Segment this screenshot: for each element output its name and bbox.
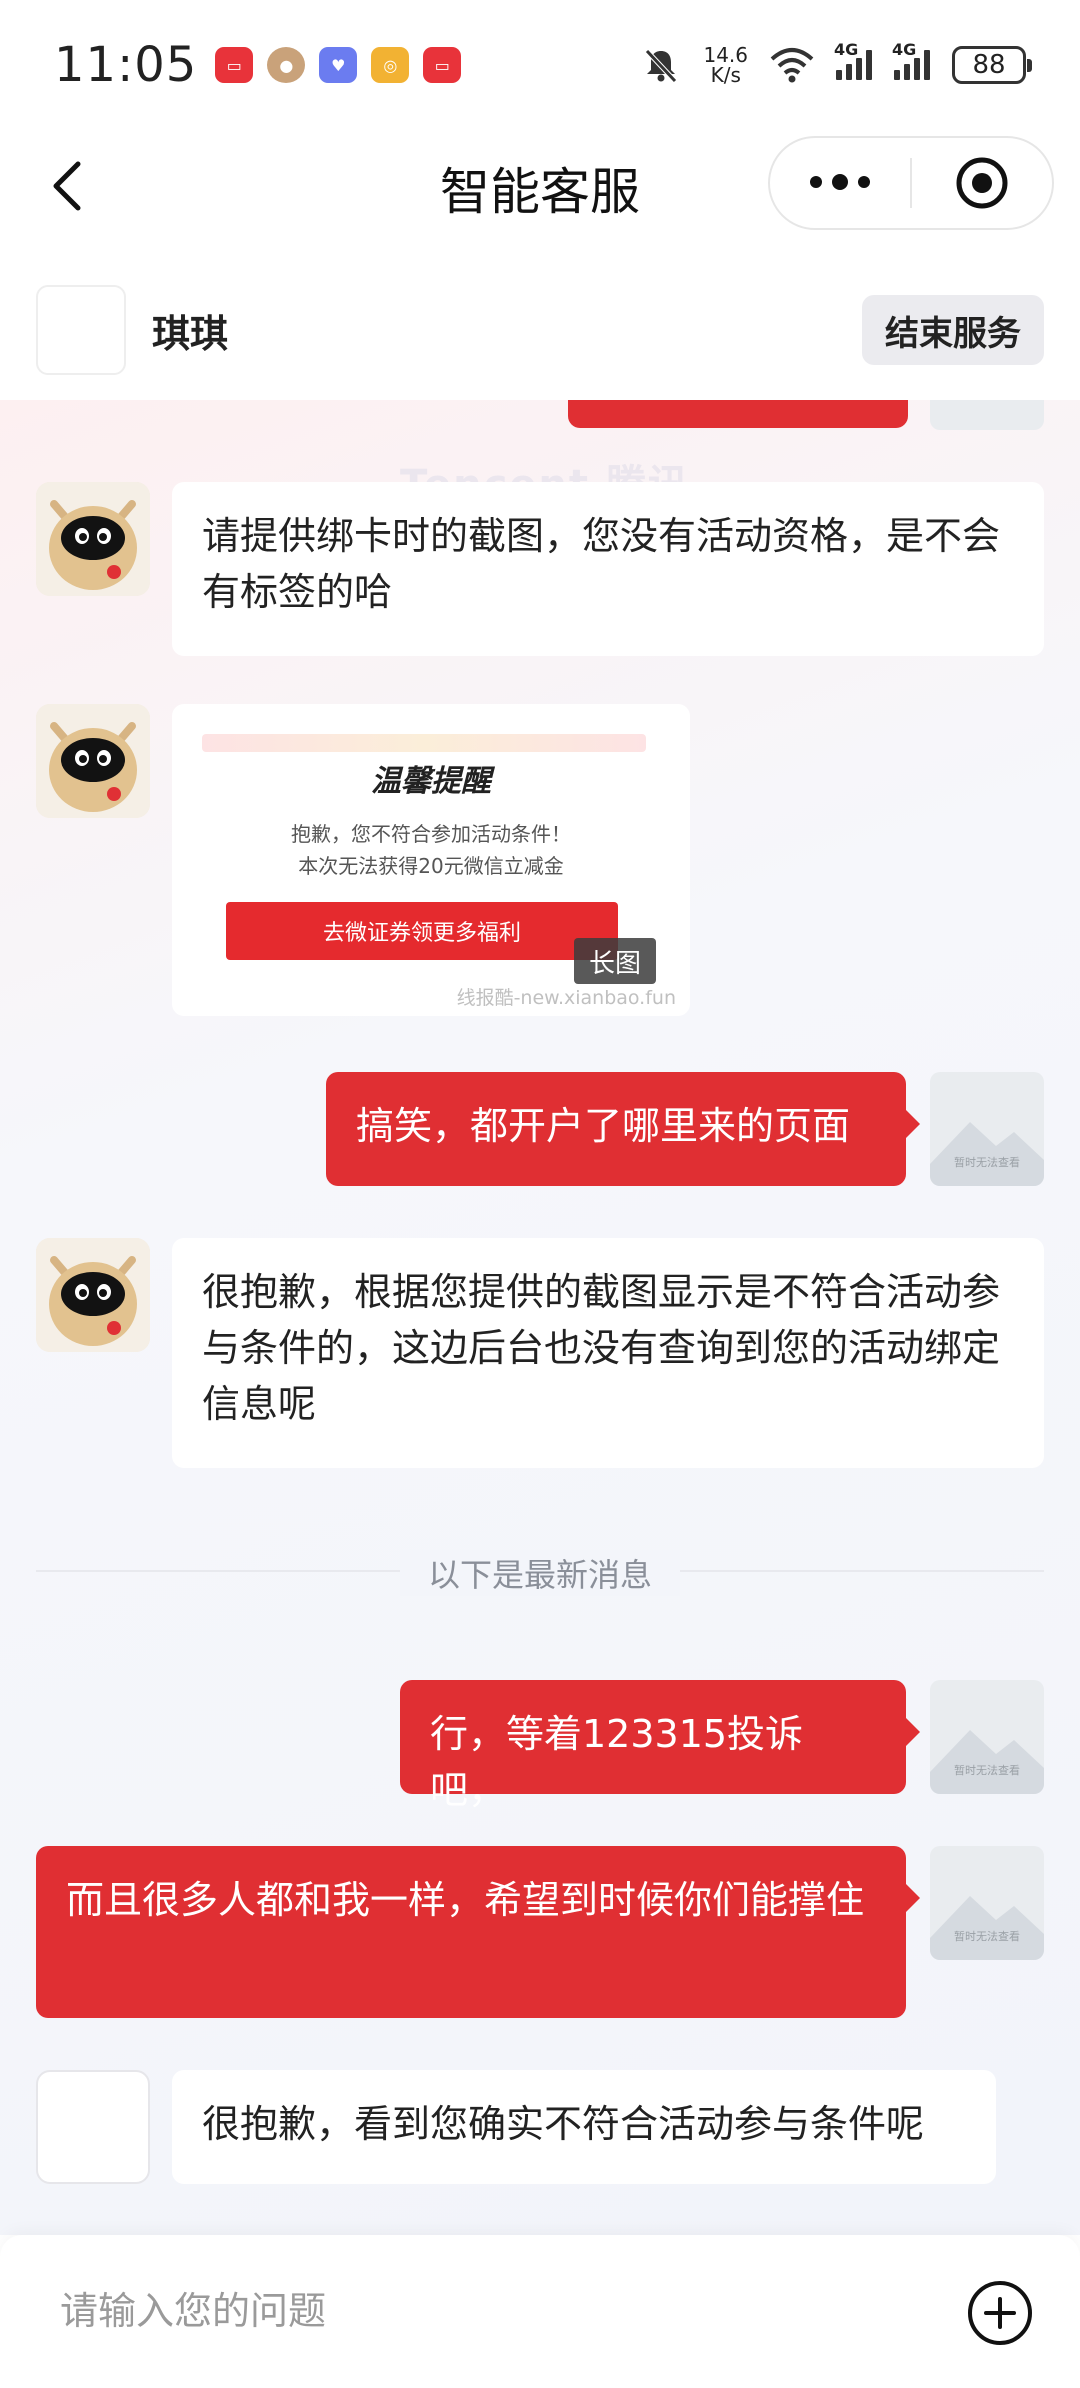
cow-mascot-icon (36, 482, 150, 596)
input-bar (0, 2235, 1080, 2388)
avatar-unavailable-text: 暂时无法查看 (954, 1764, 1020, 1777)
user-avatar (930, 400, 1044, 430)
source-watermark: 线报酷-new.xianbao.fun (456, 987, 676, 1009)
net-speed-value: 14.6 (703, 43, 748, 67)
user-message-text: 行，等着123315投诉吧， (430, 1712, 804, 1812)
agent-name: 琪琪 (152, 311, 229, 356)
notification-icons: ▭ ● ♥ ◎ ▭ (215, 47, 462, 83)
yellow-app-icon: ◎ (371, 47, 410, 83)
user-message-bubble: 搞笑，都开户了哪里来的页面 (326, 1072, 920, 1186)
sim2-label: 4G (892, 40, 917, 59)
nav-bar: 智能客服 (0, 130, 1080, 240)
avatar-app-icon: ● (267, 47, 306, 83)
battery-level: 88 (972, 50, 1006, 80)
user-message-bubble-partial (568, 400, 908, 428)
agent-avatar-blank (36, 2070, 150, 2184)
agent-message-bubble: 很抱歉，看到您确实不符合活动参与条件呢 (172, 2070, 996, 2184)
status-time: 11:05 (54, 37, 198, 93)
question-input[interactable] (60, 2281, 920, 2341)
cow-mascot-icon (36, 704, 150, 818)
mute-bell-icon (645, 49, 678, 83)
user-message-bubble: 而且很多人都和我一样，希望到时候你们能撑住 (36, 1846, 920, 2018)
chat-area[interactable]: Tencent 腾讯 请提供绑卡时的截图，您没有活动资格，是不会有标签的哈 (0, 400, 1080, 2235)
avatar-unavailable-text: 暂时无法查看 (954, 1156, 1020, 1169)
image-banner-strip (202, 734, 646, 752)
image-card-button: 去微证券领更多福利 (226, 902, 618, 960)
user-message-text: 搞笑，都开户了哪里来的页面 (356, 1104, 851, 1148)
long-image-tag: 长图 (574, 938, 656, 984)
mini-program-capsule (768, 136, 1054, 230)
image-message[interactable]: 温馨提醒 抱歉，您不符合参加活动条件！ 本次无法获得20元微信立减金 去微证券领… (172, 704, 690, 1016)
agent-message-bubble: 很抱歉，根据您提供的截图显示是不符合活动参与条件的，这边后台也没有查询到您的活动… (172, 1238, 1044, 1468)
status-indicators: 14.6 K/s 4G 4G 88 (641, 40, 1032, 85)
user-avatar: 暂时无法查看 (930, 1846, 1044, 1960)
add-button[interactable] (968, 2281, 1032, 2345)
more-button[interactable] (770, 174, 910, 190)
user-avatar: 暂时无法查看 (930, 1680, 1044, 1794)
sim1-label: 4G (834, 40, 859, 59)
red-tv-app-icon: ▭ (215, 47, 254, 83)
image-card-line: 本次无法获得20元微信立减金 (298, 854, 564, 878)
signal-sim2-icon: 4G (892, 40, 930, 80)
user-message-bubble: 行，等着123315投诉吧， (400, 1680, 920, 1812)
end-service-button[interactable]: 结束服务 (862, 295, 1044, 365)
status-bar: 11:05 ▭ ● ♥ ◎ ▭ 14.6 K/s 4G 4G 88 (0, 0, 1080, 130)
bot-avatar (36, 704, 150, 818)
red-tv-app-icon: ▭ (423, 47, 462, 83)
close-miniprogram-button[interactable] (912, 155, 1052, 211)
new-messages-divider: 以下是最新消息 (400, 1550, 680, 1596)
bot-avatar (36, 482, 150, 596)
agent-avatar (36, 285, 126, 375)
cow-mascot-icon (36, 1238, 150, 1352)
battery-icon: 88 (952, 46, 1032, 84)
bot-avatar (36, 1238, 150, 1352)
image-card-line: 抱歉，您不符合参加活动条件！ (291, 822, 571, 846)
network-speed: 14.6 K/s (703, 45, 748, 85)
target-close-icon (956, 157, 1008, 209)
plus-icon (984, 2297, 1016, 2329)
heart-app-icon: ♥ (319, 47, 358, 83)
signal-sim1-icon: 4G (834, 40, 872, 80)
net-speed-unit: K/s (710, 63, 741, 87)
wifi-icon (770, 48, 814, 83)
user-avatar: 暂时无法查看 (930, 1072, 1044, 1186)
image-card-title: 温馨提醒 (371, 764, 491, 799)
user-message-text: 而且很多人都和我一样，希望到时候你们能撑住 (66, 1878, 865, 1922)
broken-image-icon (930, 400, 1044, 430)
agent-message-bubble: 请提供绑卡时的截图，您没有活动资格，是不会有标签的哈 (172, 482, 1044, 656)
avatar-unavailable-text: 暂时无法查看 (954, 1930, 1020, 1943)
agent-header: 琪琪 结束服务 (0, 260, 1080, 400)
